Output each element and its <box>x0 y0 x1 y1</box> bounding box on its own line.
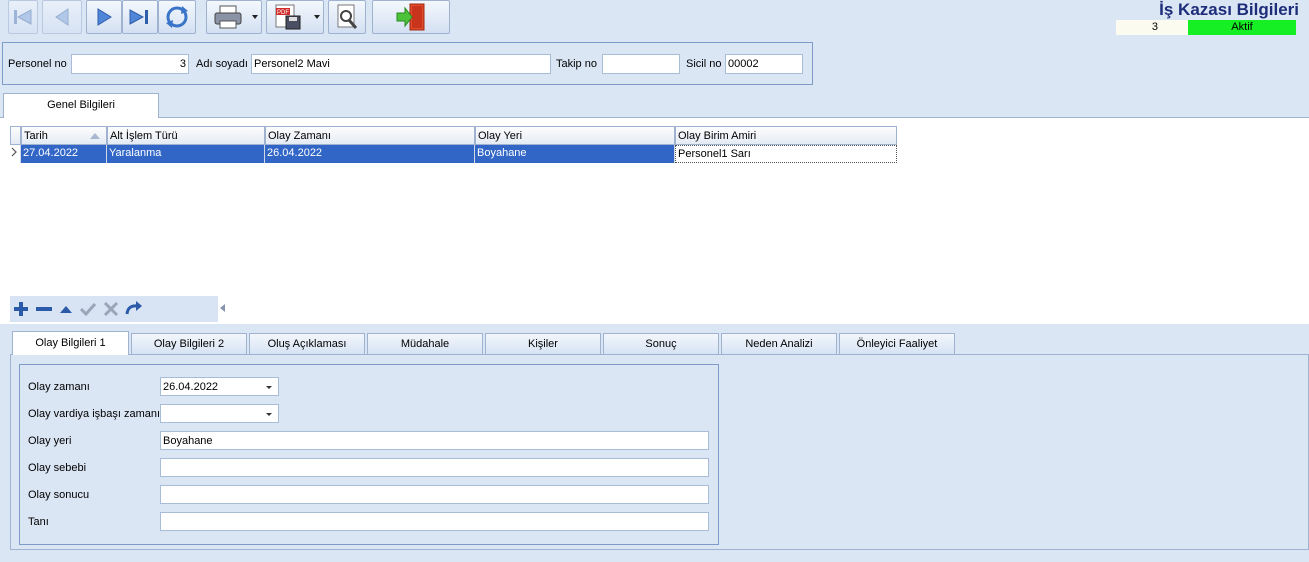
grid-area: Tarih Alt İşlem Türü Olay Zamanı Olay Ye… <box>0 117 1309 324</box>
column-header-label: Tarih <box>24 130 48 142</box>
olay-zamani-label: Olay zamanı <box>28 381 90 393</box>
cell-olay-birim-amiri[interactable]: Personel1 Sarı <box>675 145 897 163</box>
chevron-down-icon[interactable] <box>266 386 272 389</box>
vardiya-label: Olay vardiya işbaşı zamanı <box>28 408 161 420</box>
takip-no-label: Takip no <box>556 58 597 70</box>
detail-panel: Olay zamanı 26.04.2022 Olay vardiya işba… <box>10 354 1309 550</box>
page-title: İş Kazası Bilgileri <box>1159 0 1299 19</box>
olay-sonucu-label: Olay sonucu <box>28 489 90 501</box>
cancel-icon[interactable] <box>102 300 120 318</box>
check-icon[interactable] <box>78 300 98 318</box>
olay-yeri-field[interactable]: Boyahane <box>160 431 709 450</box>
chevron-right-icon <box>11 147 17 157</box>
preview-icon <box>337 4 358 29</box>
vardiya-time-picker[interactable] <box>160 404 279 423</box>
refresh-icon <box>166 6 188 28</box>
olay-bilgileri-form: Olay zamanı 26.04.2022 Olay vardiya işba… <box>19 364 719 545</box>
column-header-tarih[interactable]: Tarih <box>21 126 107 145</box>
svg-text:PDF: PDF <box>277 10 289 16</box>
takip-no-field[interactable] <box>602 54 680 74</box>
chevron-down-icon[interactable] <box>266 413 272 416</box>
redo-icon[interactable] <box>124 300 144 318</box>
column-header-olay-birim-amiri[interactable]: Olay Birim Amiri <box>675 126 897 145</box>
tab-sonuc[interactable]: Sonuç <box>603 333 719 354</box>
row-indicator <box>10 145 21 163</box>
row-indicator-header <box>10 126 21 145</box>
personel-no-label: Personel no <box>8 58 67 70</box>
personel-no-field[interactable]: 3 <box>71 54 189 74</box>
tab-olay-bilgileri-1[interactable]: Olay Bilgileri 1 <box>12 331 129 355</box>
olay-sebebi-label: Olay sebebi <box>28 462 87 474</box>
last-record-button[interactable] <box>122 0 158 34</box>
prev-record-button[interactable] <box>42 0 82 34</box>
sicil-no-field[interactable]: 00002 <box>725 54 803 74</box>
print-icon <box>214 5 242 29</box>
preview-button[interactable] <box>328 0 366 34</box>
prev-icon <box>55 8 69 26</box>
cell-tarih[interactable]: 27.04.2022 <box>21 145 107 163</box>
column-header-alt-islem-turu[interactable]: Alt İşlem Türü <box>107 126 265 145</box>
status-badge: Aktif <box>1188 20 1296 35</box>
tani-field[interactable] <box>160 512 709 531</box>
tani-label: Tanı <box>28 516 49 528</box>
cell-olay-yeri[interactable]: Boyahane <box>475 145 675 163</box>
exit-button[interactable] <box>372 0 450 34</box>
pdf-export-icon: PDF <box>275 4 301 30</box>
tab-neden-analizi[interactable]: Neden Analizi <box>721 333 837 354</box>
olay-zamani-date-picker[interactable]: 26.04.2022 <box>160 377 279 396</box>
first-icon <box>14 9 32 25</box>
next-icon <box>97 8 112 26</box>
exit-icon <box>396 3 425 31</box>
last-icon <box>129 9 148 25</box>
grid-navigator <box>10 296 218 322</box>
sort-ascending-icon <box>90 133 100 139</box>
first-record-button[interactable] <box>8 0 38 34</box>
tab-kisiler[interactable]: Kişiler <box>485 333 601 354</box>
move-up-icon[interactable] <box>58 300 74 318</box>
refresh-button[interactable] <box>158 0 196 34</box>
tab-onleyici-faaliyet[interactable]: Önleyici Faaliyet <box>839 333 955 354</box>
olay-yeri-label: Olay yeri <box>28 435 72 447</box>
tab-genel-bilgileri[interactable]: Genel Bilgileri <box>3 93 159 118</box>
add-icon[interactable] <box>12 300 30 318</box>
chevron-down-icon <box>252 15 258 19</box>
cell-alt-islem-turu[interactable]: Yaralanma <box>107 145 265 163</box>
olay-sebebi-field[interactable] <box>160 458 709 477</box>
sicil-no-label: Sicil no <box>686 58 722 70</box>
adi-soyadi-label: Adı soyadı <box>196 58 248 70</box>
column-header-olay-zamani[interactable]: Olay Zamanı <box>265 126 475 145</box>
olay-sonucu-field[interactable] <box>160 485 709 504</box>
next-record-button[interactable] <box>86 0 122 34</box>
personel-header-panel: Personel no 3 Adı soyadı Personel2 Mavi … <box>2 42 813 85</box>
tab-olay-bilgileri-2[interactable]: Olay Bilgileri 2 <box>131 333 247 354</box>
adi-soyadi-field[interactable]: Personel2 Mavi <box>251 54 551 74</box>
olay-zamani-value: 26.04.2022 <box>163 381 219 393</box>
record-count: 3 <box>1116 20 1188 35</box>
tab-mudahale[interactable]: Müdahale <box>367 333 483 354</box>
scroll-left-arrow-icon[interactable] <box>220 304 225 312</box>
remove-icon[interactable] <box>34 300 54 318</box>
cell-olay-zamani[interactable]: 26.04.2022 <box>265 145 475 163</box>
tab-olus-aciklamasi[interactable]: Oluş Açıklaması <box>249 333 365 354</box>
column-header-olay-yeri[interactable]: Olay Yeri <box>475 126 675 145</box>
pdf-export-button[interactable]: PDF <box>266 0 324 34</box>
chevron-down-icon <box>314 15 320 19</box>
print-button[interactable] <box>206 0 262 34</box>
